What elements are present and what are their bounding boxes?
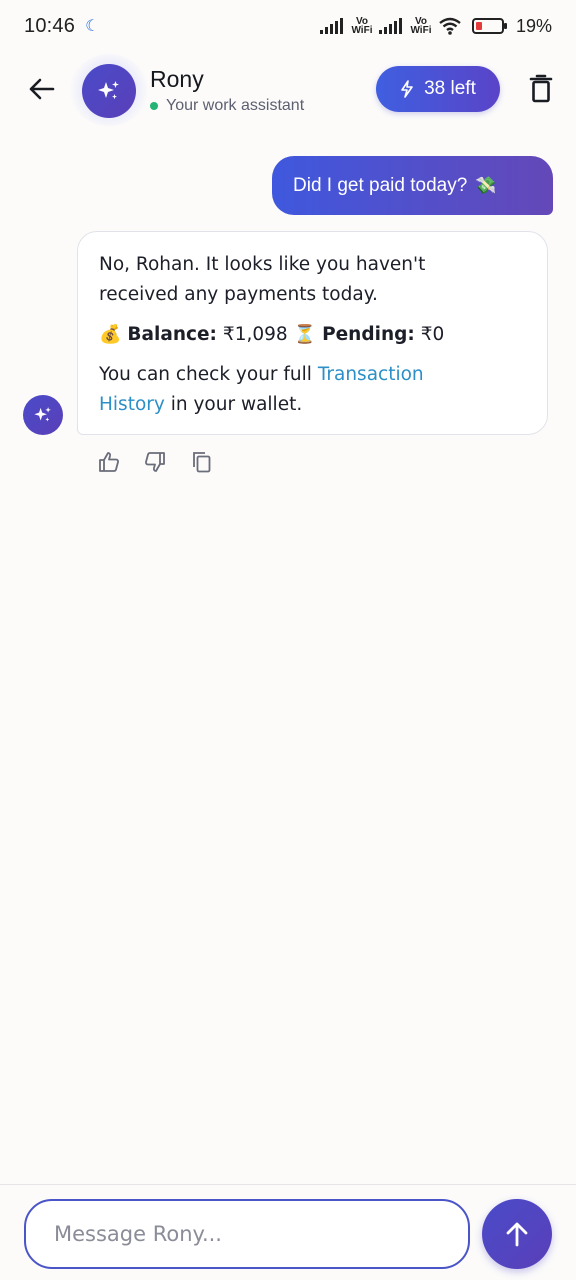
assistant-message-footer: You can check your full Transaction Hist…: [99, 360, 527, 420]
signal-icon: [378, 18, 402, 34]
balance-label: Balance:: [127, 324, 217, 345]
credits-label: 38 left: [424, 78, 476, 99]
footer-text: You can check your full: [99, 364, 312, 385]
delete-chat-button[interactable]: [526, 72, 556, 106]
assistant-message-line: No, Rohan. It looks like you haven't: [99, 254, 426, 275]
online-status-dot: [150, 102, 158, 110]
assistant-subtitle-row: Your work assistant: [150, 97, 304, 115]
thumbs-down-button[interactable]: [142, 449, 168, 475]
balance-value: ₹1,098: [222, 324, 288, 345]
assistant-message-avatar: [23, 395, 63, 435]
thumbs-up-icon: [99, 452, 119, 472]
message-input[interactable]: [24, 1199, 470, 1269]
assistant-subtitle: Your work assistant: [166, 97, 305, 114]
assistant-name: Rony: [150, 66, 204, 92]
money-emoji: 💸: [475, 175, 497, 195]
transaction-history-link[interactable]: History: [99, 394, 165, 415]
moon-icon: ☾: [85, 18, 100, 35]
status-time: 10:46: [24, 14, 76, 37]
user-message-text: Did I get paid today?: [293, 174, 468, 196]
battery-icon: [471, 18, 507, 34]
vowifi-label: Vo WiFi: [351, 16, 373, 36]
footer-text: in your wallet.: [170, 394, 303, 415]
status-indicators: Vo WiFi Vo WiFi 19%: [319, 15, 552, 37]
lightning-icon: [401, 80, 413, 98]
wifi-icon: [439, 17, 461, 35]
copy-icon: [193, 452, 211, 473]
message-actions: [96, 449, 214, 475]
vowifi-label: Vo WiFi: [410, 16, 432, 36]
signal-icon: [319, 18, 343, 34]
thumbs-up-button[interactable]: [96, 449, 122, 475]
thumbs-down-icon: [145, 452, 165, 472]
arrow-left-icon: [29, 78, 55, 100]
wallet-summary: 💰 Balance: ₹1,098 ⏳ Pending: ₹0: [99, 320, 527, 350]
assistant-avatar: [70, 54, 148, 126]
credits-button[interactable]: 38 left: [376, 66, 500, 112]
pending-label: Pending:: [322, 324, 415, 345]
arrow-up-icon: [506, 1222, 528, 1247]
pending-value: ₹0: [420, 324, 445, 345]
hourglass-icon: ⏳: [293, 324, 317, 345]
chat-header: Rony Your work assistant 38 left: [0, 52, 576, 128]
transaction-history-link[interactable]: Transaction: [318, 364, 424, 385]
assistant-message-line: received any payments today.: [99, 284, 378, 305]
message-composer: [0, 1184, 576, 1280]
trash-icon: [529, 74, 553, 103]
back-button[interactable]: [24, 72, 58, 106]
send-button[interactable]: [482, 1199, 552, 1269]
money-bag-icon: 💰: [99, 324, 122, 345]
status-bar: 10:46 ☾ Vo WiFi Vo WiFi 19%: [0, 0, 576, 52]
sparkles-icon: [34, 407, 51, 422]
sparkles-icon: [98, 81, 119, 100]
assistant-message: No, Rohan. It looks like you haven't rec…: [77, 231, 548, 435]
user-message: Did I get paid today? 💸: [272, 156, 553, 215]
battery-percent: 19%: [515, 15, 552, 36]
copy-button[interactable]: [188, 449, 214, 475]
avatar: [82, 64, 136, 118]
